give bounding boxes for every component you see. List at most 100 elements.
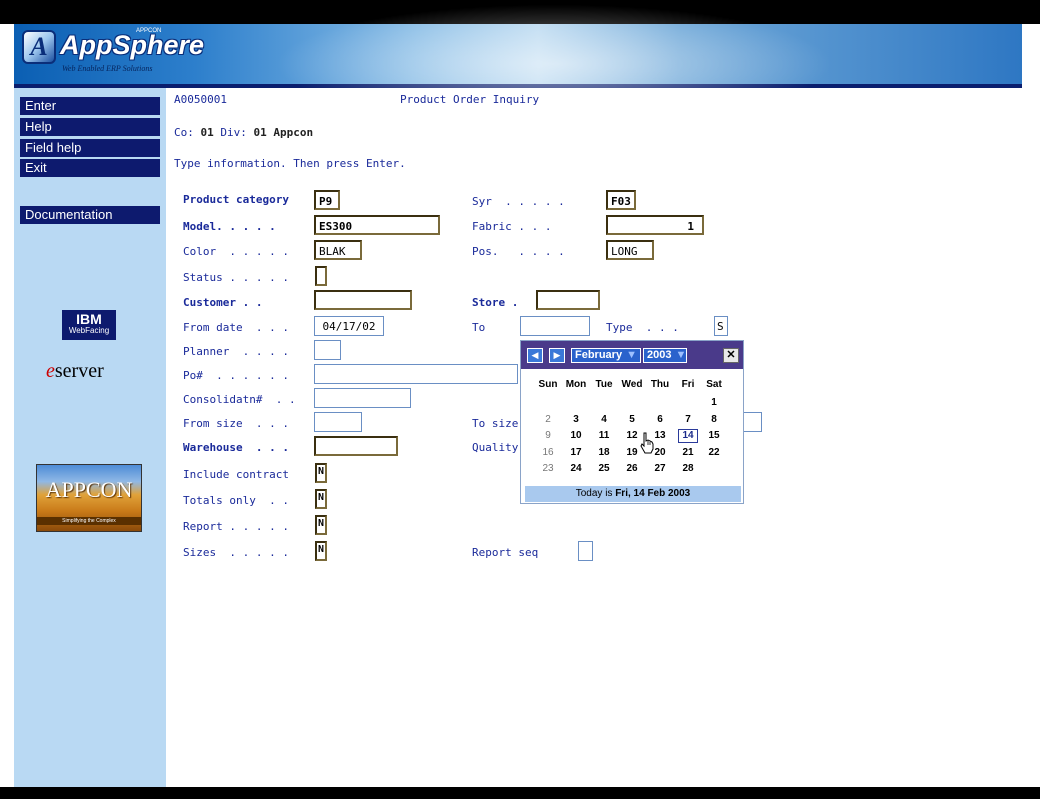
po-input[interactable] (314, 364, 518, 384)
planner-label: Planner . . . . (183, 345, 289, 358)
calendar-day[interactable]: 27 (647, 463, 673, 474)
weekday-label: Sun (538, 379, 558, 390)
ibm-logo-text: IBM (76, 311, 102, 327)
menu-enter-button[interactable]: Enter (20, 97, 160, 115)
calendar-header: ◀ ▶ February ▼ 2003 ▼ ✕ (521, 341, 743, 369)
webfacing-text: WebFacing (68, 326, 110, 335)
eserver-text: server (54, 360, 104, 382)
calendar-day[interactable]: 5 (619, 414, 645, 425)
totals-only-label: Totals only . . (183, 494, 289, 507)
warehouse-label: Warehouse . . . (183, 441, 289, 454)
weekday-label: Thu (650, 379, 670, 390)
model-input[interactable]: ES300 (314, 215, 440, 235)
calendar-day[interactable]: 24 (563, 463, 589, 474)
calendar-day[interactable]: 9 (535, 430, 561, 441)
weekday-label: Mon (565, 379, 587, 390)
hand-pointer-icon (640, 432, 654, 454)
calendar-day[interactable]: 23 (535, 463, 561, 474)
type-input[interactable]: S (714, 316, 728, 336)
consolidatn-label: Consolidatn# . . (183, 393, 296, 406)
calendar-day[interactable]: 16 (535, 447, 561, 458)
from-date-input[interactable]: 04/17/02 (314, 316, 384, 336)
weekday-label: Tue (595, 379, 613, 390)
co-label: Co: (174, 126, 194, 139)
menu-help-button[interactable]: Help (20, 118, 160, 136)
report-input[interactable]: N (315, 515, 327, 535)
report-seq-label: Report seq (472, 546, 539, 559)
product-category-input[interactable]: P9 (314, 190, 340, 210)
year-select[interactable]: 2003 ▼ (643, 348, 687, 363)
calendar-day[interactable]: 7 (675, 414, 701, 425)
calendar-day[interactable]: 15 (701, 430, 727, 441)
calendar-day[interactable]: 11 (591, 430, 617, 441)
calendar-day[interactable]: 17 (563, 447, 589, 458)
model-label: Model. . . . . (183, 220, 276, 233)
appcon-logo-title: APPCON (45, 477, 133, 502)
today-footer-prefix: Today is (575, 488, 616, 499)
fabric-label: Fabric . . . (472, 220, 552, 233)
menu-documentation-button[interactable]: Documentation (20, 206, 160, 224)
app-header: A APPCON AppSphere Web Enabled ERP Solut… (14, 4, 1022, 124)
product-category-label: Product category (183, 193, 289, 206)
chevron-down-icon: ▼ (626, 349, 637, 361)
calendar-day[interactable]: 28 (675, 463, 701, 474)
to-date-input[interactable] (520, 316, 590, 336)
totals-only-input[interactable]: N (315, 489, 327, 509)
report-seq-input[interactable] (578, 541, 593, 561)
color-label: Color . . . . . (183, 245, 289, 258)
year-select-value: 2003 (647, 349, 672, 361)
consolidatn-input[interactable] (314, 388, 411, 408)
page-title: Product Order Inquiry (400, 93, 540, 106)
pos-input[interactable]: LONG (606, 240, 654, 260)
syr-input[interactable]: F03 (606, 190, 636, 210)
close-icon[interactable]: ✕ (723, 348, 739, 363)
appsphere-logo-icon: A (22, 30, 56, 64)
sidebar: Enter Help Field help Exit Documentation… (14, 88, 166, 787)
quality-label: Quality (472, 441, 519, 454)
calendar-day[interactable]: 2 (535, 414, 561, 425)
calendar-day-today[interactable]: 14 (678, 429, 698, 443)
calendar-day[interactable]: 21 (675, 447, 701, 458)
today-footer[interactable]: Today is Fri, 14 Feb 2003 (525, 486, 741, 502)
month-select-value: February (575, 349, 623, 361)
calendar-day[interactable]: 3 (563, 414, 589, 425)
weekday-label: Wed (621, 379, 643, 390)
next-month-icon[interactable]: ▶ (549, 348, 565, 363)
calendar-day[interactable]: 1 (701, 397, 727, 408)
month-select[interactable]: February ▼ (571, 348, 641, 363)
div-name: Appcon (273, 126, 314, 139)
menu-exit-button[interactable]: Exit (20, 159, 160, 177)
customer-input[interactable] (314, 290, 412, 310)
calendar-day[interactable]: 26 (619, 463, 645, 474)
prev-month-icon[interactable]: ◀ (527, 348, 543, 363)
co-value: 01 (200, 126, 214, 139)
from-size-input[interactable] (314, 412, 362, 432)
syr-label: Syr . . . . . (472, 195, 565, 208)
include-contract-input[interactable]: N (315, 463, 327, 483)
fabric-input[interactable]: 1 (606, 215, 704, 235)
bottom-bar (0, 787, 1040, 799)
calendar-day[interactable]: 10 (563, 430, 589, 441)
calendar-day[interactable]: 6 (647, 414, 673, 425)
calendar-day[interactable]: 8 (701, 414, 727, 425)
calendar-day[interactable]: 25 (591, 463, 617, 474)
weekday-label: Fri (681, 379, 695, 390)
planner-input[interactable] (314, 340, 341, 360)
store-input[interactable] (536, 290, 600, 310)
report-label: Report . . . . . (183, 520, 289, 533)
calendar-day[interactable]: 4 (591, 414, 617, 425)
sizes-input[interactable]: N (315, 541, 327, 561)
to-label: To (472, 321, 486, 334)
today-footer-date: Fri, 14 Feb 2003 (615, 488, 691, 499)
include-contract-label: Include contract (183, 468, 289, 481)
menu-field-help-button[interactable]: Field help (20, 139, 160, 157)
color-input[interactable]: BLAK (314, 240, 362, 260)
type-label: Type . . . (606, 321, 679, 334)
warehouse-input[interactable] (314, 436, 398, 456)
sizes-label: Sizes . . . . . (183, 546, 289, 559)
pos-label: Pos. . . . . (472, 245, 565, 258)
calendar-day[interactable]: 18 (591, 447, 617, 458)
status-input[interactable] (315, 266, 327, 286)
calendar-day[interactable]: 22 (701, 447, 727, 458)
company-line: Co: 01 Div: 01 Appcon (174, 126, 313, 139)
